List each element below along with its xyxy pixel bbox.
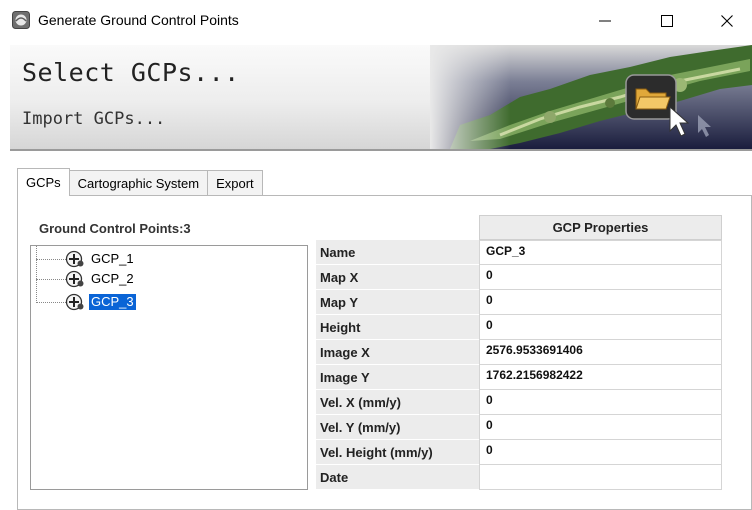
close-button[interactable] xyxy=(700,0,752,42)
banner-subtitle: Import GCPs... xyxy=(22,109,166,129)
property-label: Map X xyxy=(316,265,479,290)
property-value-field[interactable]: 0 xyxy=(479,415,722,440)
maximize-button[interactable] xyxy=(640,0,694,42)
property-label: Date xyxy=(316,465,479,490)
folder-icon xyxy=(625,74,677,120)
tree-connector xyxy=(36,279,66,280)
gcp-point-icon xyxy=(65,293,84,311)
banner-title: Select GCPs... xyxy=(22,58,240,87)
gcp-count-label: Ground Control Points:3 xyxy=(39,221,191,236)
property-label: Vel. X (mm/y) xyxy=(316,390,479,415)
property-value-field[interactable]: 0 xyxy=(479,290,722,315)
minimize-icon xyxy=(599,20,611,22)
close-icon xyxy=(721,15,733,27)
property-label: Vel. Height (mm/y) xyxy=(316,440,479,465)
tab-export[interactable]: Export xyxy=(207,170,263,196)
property-value-field[interactable]: 0 xyxy=(479,390,722,415)
property-label: Height xyxy=(316,315,479,340)
gcp-tree[interactable]: GCP_1 GCP_2 GCP_3 xyxy=(30,245,308,490)
property-value-field[interactable]: 0 xyxy=(479,315,722,340)
gcp-point-icon xyxy=(65,250,84,268)
tab-cartographic-system[interactable]: Cartographic System xyxy=(68,170,209,196)
property-label: Name xyxy=(316,240,479,265)
tree-connector xyxy=(36,246,37,303)
gcp-properties-header: GCP Properties xyxy=(479,215,722,240)
property-value-field[interactable]: 2576.9533691406 xyxy=(479,340,722,365)
window-title: Generate Ground Control Points xyxy=(38,12,239,28)
property-label: Vel. Y (mm/y) xyxy=(316,415,479,440)
gcp-list-item-selected[interactable]: GCP_3 xyxy=(89,294,136,310)
title-bar: Generate Ground Control Points xyxy=(0,0,752,42)
property-value-field[interactable]: 0 xyxy=(479,440,722,465)
tab-strip: GCPs Cartographic System Export xyxy=(17,168,263,196)
property-value-field[interactable]: GCP_3 xyxy=(479,240,722,265)
app-icon xyxy=(12,11,30,29)
property-value-field[interactable]: 1762.2156982422 xyxy=(479,365,722,390)
minimize-button[interactable] xyxy=(578,0,632,42)
gcp-list-item[interactable]: GCP_1 xyxy=(89,251,136,267)
property-value-field[interactable]: 0 xyxy=(479,265,722,290)
tab-gcps[interactable]: GCPs xyxy=(17,168,70,196)
gcp-point-icon xyxy=(65,270,84,288)
gcp-list-item[interactable]: GCP_2 xyxy=(89,271,136,287)
satellite-image xyxy=(430,45,752,149)
tree-connector xyxy=(36,259,66,260)
property-label: Map Y xyxy=(316,290,479,315)
property-value-field[interactable] xyxy=(479,465,722,490)
maximize-icon xyxy=(661,15,673,27)
tree-connector xyxy=(36,302,66,303)
property-label: Image X xyxy=(316,340,479,365)
property-label: Image Y xyxy=(316,365,479,390)
header-banner: Select GCPs... Import GCPs... xyxy=(10,45,752,151)
